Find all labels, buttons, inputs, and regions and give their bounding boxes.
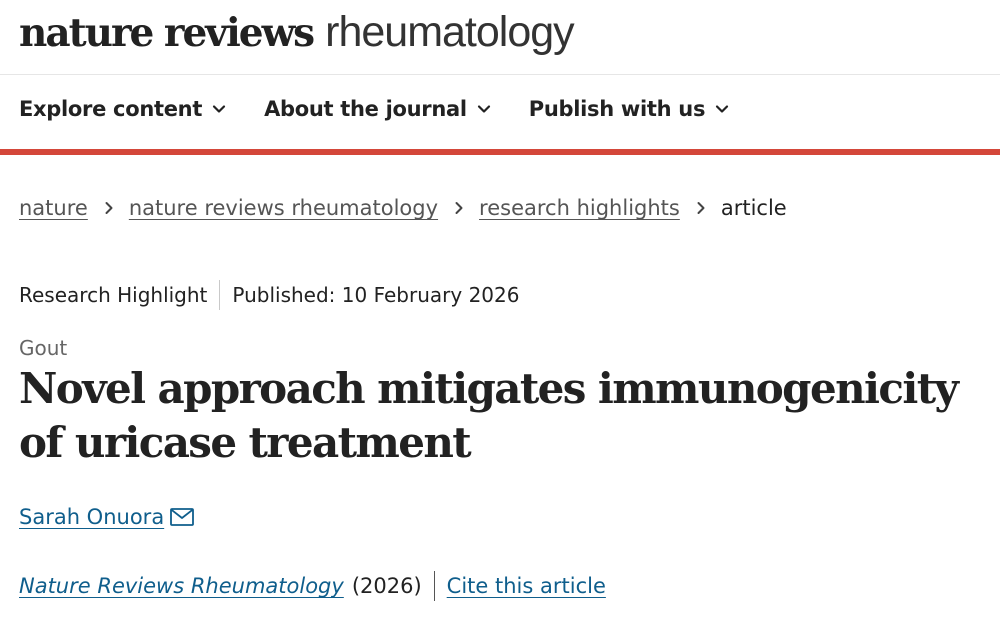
nav-publish-with-us[interactable]: Publish with us xyxy=(529,97,729,121)
meta-divider xyxy=(219,280,221,310)
breadcrumb-nature[interactable]: nature xyxy=(19,196,88,220)
publication-year: (2026) xyxy=(351,574,422,598)
breadcrumb-research-highlights[interactable]: research highlights xyxy=(479,196,680,220)
logo-nature-reviews: nature reviews xyxy=(19,10,315,56)
page: nature reviews rheumatology Explore cont… xyxy=(0,0,1000,634)
article-title: Novel approach mitigates immunogenicity … xyxy=(19,364,959,467)
article-type: Research Highlight xyxy=(19,283,208,307)
chevron-down-icon xyxy=(477,102,491,116)
nav-explore-content-label: Explore content xyxy=(19,97,203,121)
published-date: Published: 10 February 2026 xyxy=(232,283,520,307)
chevron-right-icon xyxy=(102,201,116,215)
citation-line: Nature Reviews Rheumatology (2026) Cite … xyxy=(19,571,606,601)
author-link[interactable]: Sarah Onuora xyxy=(19,505,164,529)
article-meta: Research Highlight Published: 10 Februar… xyxy=(19,280,519,310)
cite-this-article-link[interactable]: Cite this article xyxy=(447,574,606,598)
nav-explore-content[interactable]: Explore content xyxy=(19,97,226,121)
main-nav: Explore content About the journal Publis… xyxy=(0,75,1000,155)
chevron-right-icon xyxy=(452,201,466,215)
chevron-right-icon xyxy=(694,201,708,215)
author-line: Sarah Onuora xyxy=(19,505,195,529)
nav-about-the-journal[interactable]: About the journal xyxy=(264,97,491,121)
chevron-down-icon xyxy=(715,102,729,116)
nav-publish-with-us-label: Publish with us xyxy=(528,97,706,121)
breadcrumb: nature nature reviews rheumatology resea… xyxy=(19,196,787,220)
journal-logo[interactable]: nature reviews rheumatology xyxy=(19,6,575,59)
breadcrumb-current: article xyxy=(720,196,787,220)
masthead: nature reviews rheumatology xyxy=(0,0,1000,75)
nav-about-the-journal-label: About the journal xyxy=(264,97,467,121)
mail-icon[interactable] xyxy=(170,508,195,526)
logo-journal-name: rheumatology xyxy=(325,8,575,56)
chevron-down-icon xyxy=(212,102,226,116)
cite-divider xyxy=(433,571,435,601)
article-subject: Gout xyxy=(19,336,68,360)
breadcrumb-nature-reviews-rheumatology[interactable]: nature reviews rheumatology xyxy=(129,196,438,220)
journal-link[interactable]: Nature Reviews Rheumatology xyxy=(19,574,344,598)
